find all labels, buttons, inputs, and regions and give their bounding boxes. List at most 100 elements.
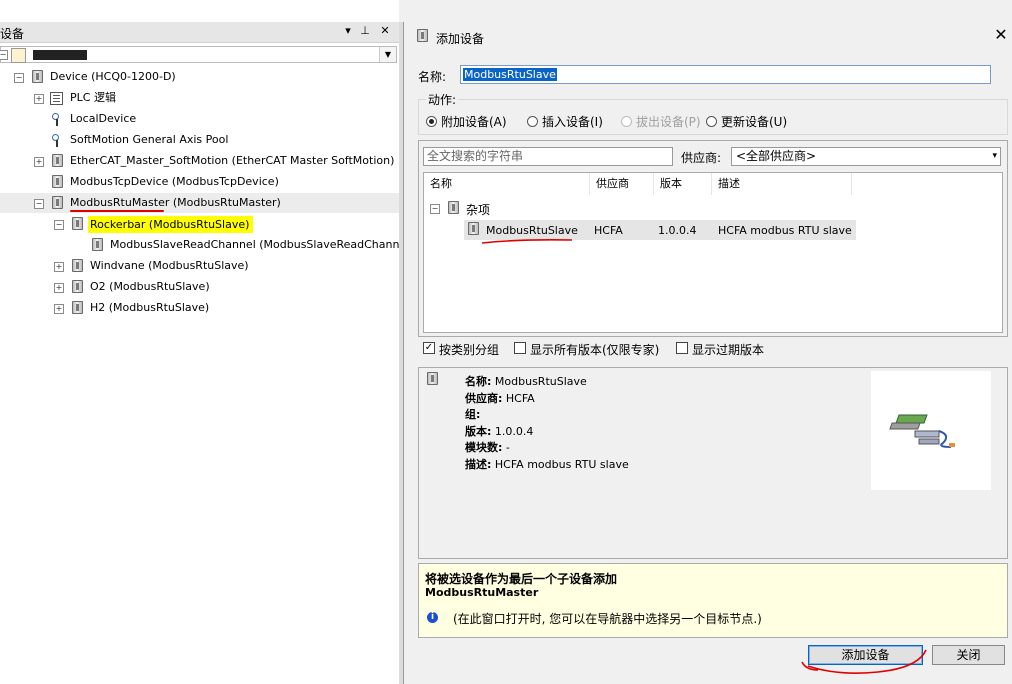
radio-append[interactable] [426, 116, 437, 127]
tree-label: H2 (ModbusRtuSlave) [90, 301, 210, 314]
vendor-label: 供应商: [681, 151, 722, 165]
radio-insert-label[interactable]: 插入设备(I) [542, 113, 603, 130]
radio-append-label[interactable]: 附加设备(A) [441, 113, 507, 130]
expand-icon[interactable]: + [54, 304, 64, 314]
info-key: 版本: [465, 424, 492, 438]
hint-note: (在此窗口打开时, 您可以在导航器中选择另一个目标节点.) [453, 612, 762, 626]
name-input-value: ModbusRtuSlave [463, 68, 557, 81]
device-icon [32, 70, 43, 83]
device-preview-image [871, 371, 991, 490]
checkbox-show-all-versions[interactable] [514, 342, 526, 354]
name-label: 名称: [418, 70, 447, 84]
device-icon [468, 222, 479, 235]
device-row-name: ModbusRtuSlave [486, 224, 578, 237]
info-value: HCFA [505, 391, 535, 405]
device-icon [72, 217, 83, 230]
dialog-title: 添加设备 [436, 32, 485, 46]
checkbox-label[interactable]: 按类别分组 [439, 341, 499, 358]
info-value: ModbusRtuSlave [494, 375, 587, 388]
radio-update[interactable] [706, 116, 717, 127]
tree-label: ModbusTcpDevice (ModbusTcpDevice) [70, 175, 279, 188]
tree-label: EtherCAT_Master_SoftMotion (EtherCAT Mas… [70, 154, 395, 167]
category-label: 杂项 [466, 203, 491, 217]
collapse-icon[interactable]: − [54, 220, 64, 230]
device-icon [72, 259, 83, 272]
radio-plug-label: 拔出设备(P) [636, 115, 701, 129]
device-icon [92, 238, 103, 251]
network-device-icon [889, 414, 955, 448]
tree-label: Rockerbar (ModbusRtuSlave) [88, 216, 254, 233]
devices-panel-header: 设备 ▾ ⊥ ✕ [0, 22, 399, 43]
device-list-panel: 全文搜索的字符串 供应商: <全部供应商> ▾ 名称 供应商 版本 描述 − 杂… [418, 140, 1008, 337]
device-row-description: HCFA modbus RTU slave [718, 224, 852, 237]
axis-icon [52, 134, 60, 147]
info-value: 1.0.0.4 [494, 424, 534, 438]
expand-icon[interactable]: + [34, 94, 44, 104]
checkbox-show-outdated[interactable] [676, 342, 688, 354]
tree-label: LocalDevice [70, 112, 137, 125]
tree-label: PLC 逻辑 [70, 91, 116, 104]
tree-label: Device (HCQ0-1200-D) [50, 70, 176, 83]
red-underline-annotation [70, 210, 164, 212]
action-group: 附加设备(A) 插入设备(I) 拔出设备(P) 更新设备(U) [418, 99, 1008, 135]
radio-insert[interactable] [527, 116, 538, 127]
radio-update-label[interactable]: 更新设备(U) [721, 113, 787, 130]
project-icon [11, 48, 26, 63]
chevron-down-icon: ▾ [992, 151, 997, 161]
close-button[interactable]: 关闭 [932, 645, 1005, 665]
device-icon [417, 29, 428, 42]
device-root-combo[interactable]: − ▼ [0, 46, 397, 63]
column-header-version[interactable]: 版本 [654, 173, 712, 195]
checkbox-group-by-category[interactable]: ✓ [423, 342, 435, 354]
close-icon[interactable]: ✕ [378, 24, 392, 38]
device-list: 名称 供应商 版本 描述 − 杂项 ModbusRtuSlave HCFA 1.… [423, 172, 1003, 333]
collapse-icon[interactable]: − [14, 73, 24, 83]
device-icon [52, 154, 63, 167]
info-key: 组: [465, 408, 481, 421]
info-icon: i [427, 612, 438, 623]
column-header-name[interactable]: 名称 [424, 173, 590, 195]
expand-icon[interactable]: + [34, 157, 44, 167]
info-key: 模块数: [465, 441, 503, 454]
device-icon [72, 301, 83, 314]
redacted-project-name [33, 50, 87, 60]
collapse-icon[interactable]: − [430, 204, 440, 214]
vendor-select-value: <全部供应商> [736, 149, 817, 163]
device-icon [72, 280, 83, 293]
info-value: HCFA modbus RTU slave [494, 457, 629, 471]
expand-icon[interactable]: + [54, 262, 64, 272]
device-info-text: 名称: ModbusRtuSlave 供应商: HCFA 组: 版本: 1.0.… [465, 374, 629, 473]
name-input[interactable]: ModbusRtuSlave [460, 65, 991, 84]
close-icon[interactable]: ✕ [993, 27, 1009, 43]
hint-panel: 将被选设备作为最后一个子设备添加 ModbusRtuMaster i (在此窗口… [418, 563, 1008, 638]
category-row[interactable]: − 杂项 [430, 199, 730, 219]
hint-target: ModbusRtuMaster [425, 586, 539, 599]
action-label: 动作: [426, 91, 459, 108]
collapse-icon[interactable]: − [34, 199, 44, 209]
device-info-panel: 名称: ModbusRtuSlave 供应商: HCFA 组: 版本: 1.0.… [418, 367, 1008, 559]
axis-icon [52, 113, 60, 126]
device-icon [448, 201, 459, 214]
combo-arrow-icon[interactable]: ▼ [379, 47, 396, 62]
vendor-select[interactable]: <全部供应商> ▾ [731, 147, 1001, 166]
column-header-description[interactable]: 描述 [712, 173, 852, 195]
column-header-vendor[interactable]: 供应商 [590, 173, 654, 195]
devices-panel-title: 设备 [0, 27, 25, 41]
add-device-dialog: 添加设备 ✕ 名称: ModbusRtuSlave 动作: 附加设备(A) 插入… [403, 22, 1012, 684]
red-circle-annotation [801, 649, 927, 674]
device-row-version: 1.0.0.4 [658, 224, 697, 237]
device-icon [427, 372, 438, 385]
device-icon [52, 175, 63, 188]
tree-label: O2 (ModbusRtuSlave) [90, 280, 210, 293]
search-input[interactable]: 全文搜索的字符串 [423, 147, 673, 166]
dropdown-icon[interactable]: ▾ [341, 24, 355, 38]
expand-icon[interactable]: + [54, 283, 64, 293]
collapse-icon[interactable]: − [0, 50, 8, 60]
checkbox-label[interactable]: 显示所有版本(仅限专家) [530, 341, 659, 358]
device-icon [52, 196, 63, 209]
checkbox-label[interactable]: 显示过期版本 [692, 341, 764, 358]
tree-item-modbusrtu[interactable]: − ModbusRtuMaster (ModbusRtuMaster) [0, 193, 399, 213]
info-key: 名称: [465, 375, 492, 388]
filter-options: ✓ 按类别分组 显示所有版本(仅限专家) 显示过期版本 [423, 341, 1012, 357]
pin-icon[interactable]: ⊥ [358, 24, 372, 38]
